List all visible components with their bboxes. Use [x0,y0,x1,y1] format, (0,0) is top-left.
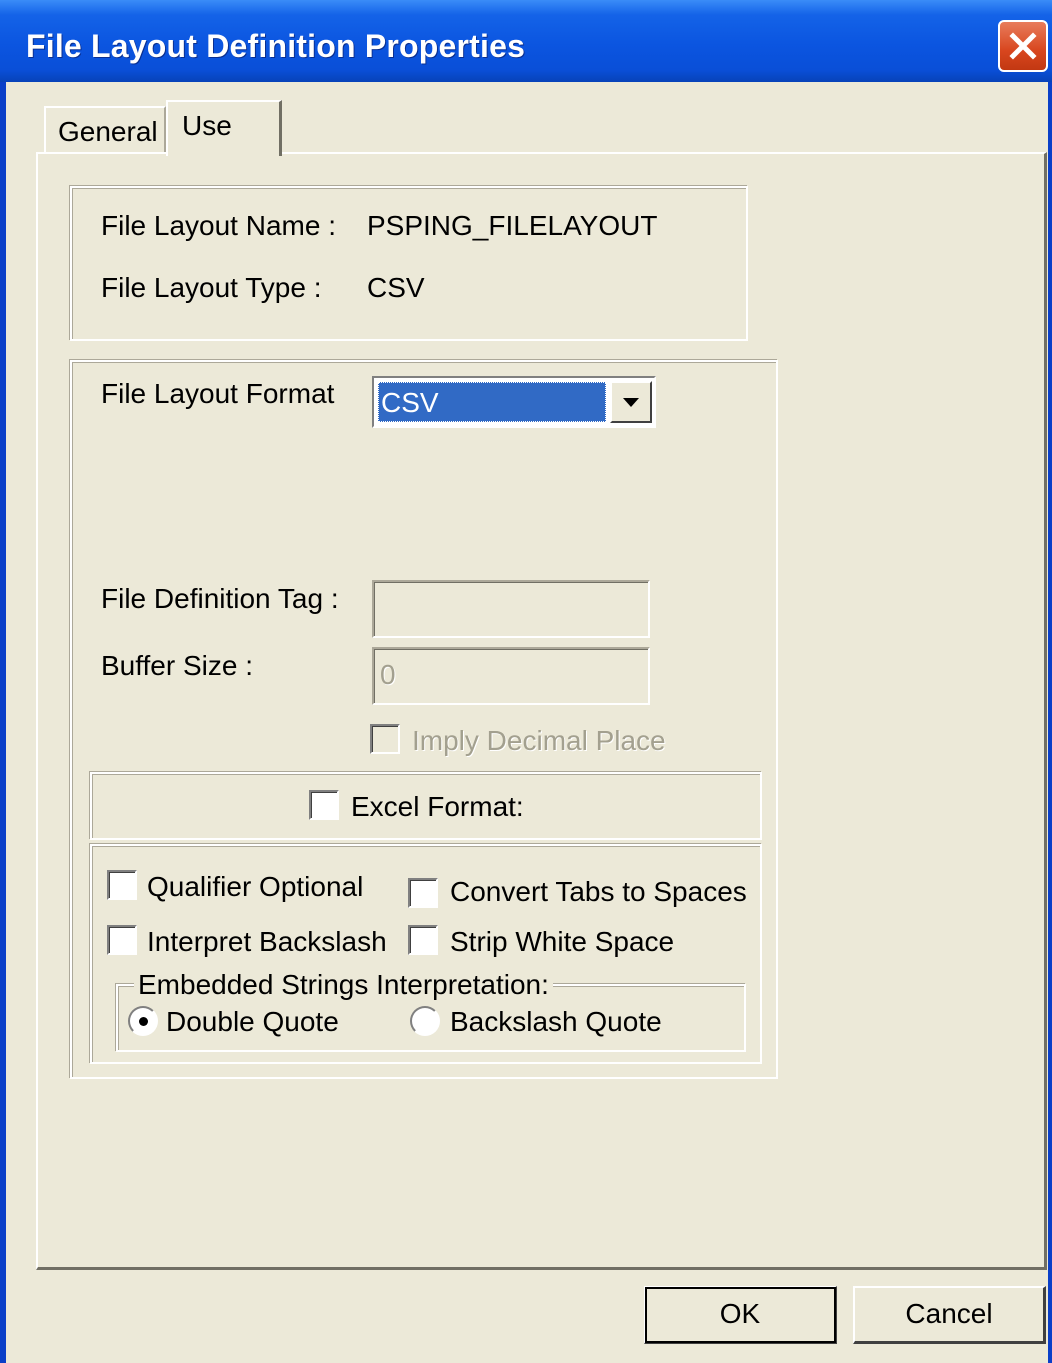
double-quote-label: Double Quote [166,1006,339,1037]
file-layout-name-label: File Layout Name : [101,210,336,241]
close-icon [1009,32,1037,60]
imply-decimal-checkbox[interactable] [370,724,400,754]
file-layout-name-value: PSPING_FILELAYOUT [367,210,658,241]
file-layout-format-selected: CSV [378,382,606,422]
buffer-size-value: 0 [380,659,396,690]
buffer-size-label: Buffer Size : [101,650,254,681]
cancel-button-label: Cancel [905,1298,993,1329]
excel-format-label: Excel Format: [351,791,524,822]
ok-button[interactable]: OK [644,1286,837,1344]
embedded-strings-legend: Embedded Strings Interpretation: [134,971,553,999]
convert-tabs-checkbox[interactable] [408,878,438,908]
tab-use-label: Use [182,110,232,141]
excel-format-checkbox[interactable] [309,790,339,820]
file-definition-tag-input[interactable] [372,580,650,638]
tab-general-label: General [58,116,158,147]
file-layout-format-dropdown[interactable]: CSV [372,376,656,428]
cancel-button[interactable]: Cancel [853,1286,1046,1344]
tab-use[interactable]: Use [166,100,282,156]
chevron-down-icon [623,398,639,407]
dropdown-button[interactable] [610,381,652,423]
strip-white-space-checkbox[interactable] [408,925,438,955]
qualifier-optional-label: Qualifier Optional [147,871,364,902]
title-bar[interactable]: File Layout Definition Properties [0,0,1052,82]
window-title: File Layout Definition Properties [26,28,526,64]
convert-tabs-label: Convert Tabs to Spaces [450,876,747,907]
file-definition-tag-label: File Definition Tag : [101,583,339,614]
buffer-size-input[interactable]: 0 [372,647,650,705]
file-layout-type-value: CSV [367,272,425,303]
backslash-quote-label: Backslash Quote [450,1006,662,1037]
ok-button-label: OK [719,1298,761,1329]
tab-general[interactable]: General [44,106,166,154]
backslash-quote-radio[interactable] [410,1006,440,1036]
interpret-backslash-checkbox[interactable] [107,925,137,955]
strip-white-space-label: Strip White Space [450,926,675,957]
close-button[interactable] [998,20,1048,72]
interpret-backslash-label: Interpret Backslash [147,926,387,957]
file-layout-format-label: File Layout Format [101,378,335,409]
file-layout-type-label: File Layout Type : [101,272,322,303]
double-quote-radio[interactable] [128,1006,158,1036]
imply-decimal-label: Imply Decimal Place [412,725,666,756]
radio-selected-dot [139,1017,148,1026]
qualifier-optional-checkbox[interactable] [107,870,137,900]
dialog-window: File Layout Definition Properties Genera… [0,0,1052,1363]
